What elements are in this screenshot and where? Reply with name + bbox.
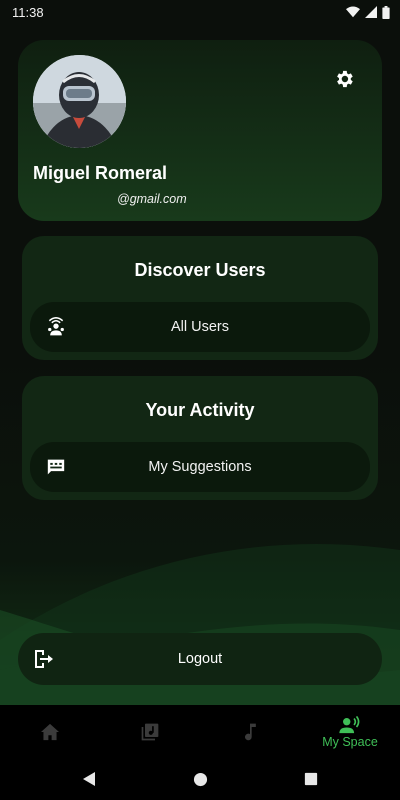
- status-bar: 11:38: [0, 0, 400, 24]
- record-voice-icon: [339, 715, 360, 733]
- library-music-icon: [141, 723, 159, 741]
- nav-music[interactable]: [200, 705, 300, 759]
- logout-icon: [31, 647, 55, 671]
- settings-button[interactable]: [332, 67, 356, 91]
- your-activity-card: Your Activity My Suggestions: [22, 376, 378, 500]
- my-suggestions-label: My Suggestions: [148, 459, 252, 475]
- nav-my-space-label: My Space: [322, 734, 378, 749]
- profile-email: @gmail.com: [117, 192, 187, 206]
- back-icon: [83, 772, 95, 786]
- back-button[interactable]: [79, 769, 99, 789]
- wifi-icon: [346, 6, 360, 18]
- avatar[interactable]: [33, 55, 126, 148]
- square-recents-icon: [304, 772, 318, 786]
- home-system-button[interactable]: [190, 769, 210, 789]
- bottom-navigation: My Space: [0, 705, 400, 759]
- nav-home[interactable]: [0, 705, 100, 759]
- all-users-label: All Users: [170, 319, 229, 335]
- nav-library[interactable]: [100, 705, 200, 759]
- circle-home-icon: [193, 772, 207, 786]
- music-note-icon: [245, 723, 256, 741]
- your-activity-title: Your Activity: [145, 400, 255, 420]
- profile-card: Miguel Romeral @gmail.com: [18, 40, 382, 221]
- recents-button[interactable]: [301, 769, 321, 789]
- battery-icon: [382, 5, 390, 19]
- users-wifi-icon: [45, 316, 67, 338]
- status-time: 11:38: [12, 4, 44, 20]
- app-screen: 11:38 Miguel Romeral @gmail.com Discover…: [0, 0, 400, 800]
- discover-users-card: Discover Users All Users: [22, 236, 378, 360]
- discover-users-title: Discover Users: [134, 260, 266, 280]
- home-icon: [41, 723, 59, 741]
- gear-icon: [337, 70, 353, 88]
- avatar-image: [33, 55, 126, 148]
- system-navigation-bar: [0, 759, 400, 800]
- status-icons: [346, 5, 390, 19]
- profile-name: Miguel Romeral: [33, 163, 168, 183]
- message-icon: [45, 456, 67, 478]
- logout-button[interactable]: Logout: [18, 633, 382, 685]
- all-users-button[interactable]: All Users: [30, 302, 370, 352]
- nav-my-space[interactable]: My Space: [300, 705, 400, 759]
- logout-label: Logout: [177, 651, 223, 667]
- my-suggestions-button[interactable]: My Suggestions: [30, 442, 370, 492]
- signal-icon: [365, 6, 377, 18]
